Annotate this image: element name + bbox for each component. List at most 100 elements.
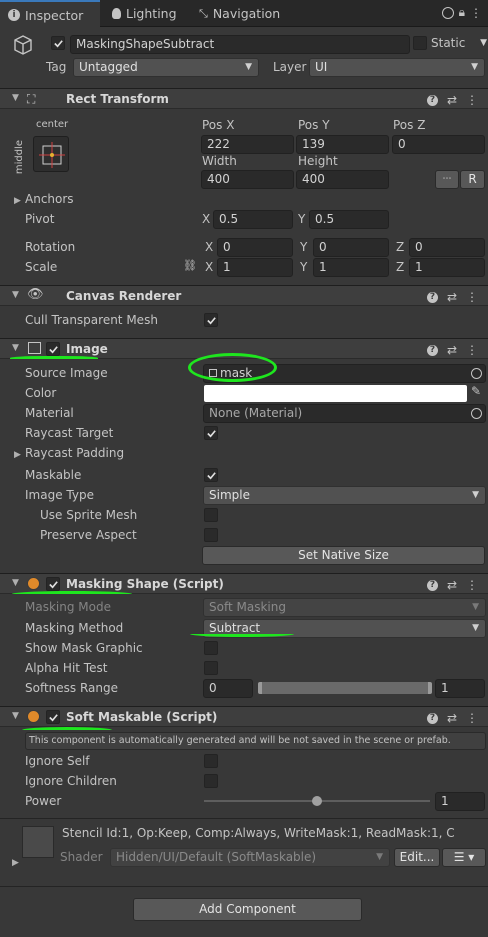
rot-x-field[interactable]: 0 — [217, 238, 293, 257]
help-icon[interactable]: ? — [426, 291, 438, 303]
show-mask-graphic-checkbox[interactable] — [204, 641, 218, 655]
rotation-label: Rotation — [25, 240, 76, 254]
image-type-dropdown[interactable]: Simple ▼ — [203, 486, 486, 505]
anchors-label[interactable]: Anchors — [25, 192, 74, 206]
blueprint-mode-button[interactable]: ⋯ — [435, 170, 459, 189]
raycast-target-checkbox[interactable] — [204, 426, 218, 440]
pos-x-field[interactable]: 222 — [201, 135, 294, 154]
fold-arrow-icon[interactable]: ▼ — [12, 290, 19, 300]
scale-z-field[interactable]: 1 — [409, 258, 485, 277]
presets-icon[interactable]: ⇄ — [447, 578, 457, 592]
tab-navigation[interactable]: ⤡ Navigation — [191, 0, 288, 27]
help-icon[interactable]: ? — [426, 579, 438, 591]
canvas-renderer-title: Canvas Renderer — [66, 289, 182, 303]
material-field[interactable]: None (Material) — [203, 404, 486, 423]
rect-transform-header[interactable]: ▼ ⛶ Rect Transform ? ⇄ ⋮ — [0, 88, 488, 109]
lock-icon[interactable]: 🔒︎ — [459, 5, 465, 20]
presets-icon[interactable]: ⇄ — [447, 711, 457, 725]
script-component-icon — [27, 577, 40, 590]
use-sprite-mesh-checkbox[interactable] — [204, 508, 218, 522]
anchors-fold-icon[interactable]: ▶ — [14, 196, 21, 206]
fold-arrow-icon[interactable]: ▼ — [12, 93, 19, 103]
width-field[interactable]: 400 — [201, 170, 294, 189]
maskable-checkbox[interactable] — [204, 468, 218, 482]
help-icon[interactable]: ? — [426, 344, 438, 356]
set-native-size-button[interactable]: Set Native Size — [202, 546, 485, 565]
ignore-children-checkbox[interactable] — [204, 774, 218, 788]
shader-options-button[interactable]: ☰ ▾ — [442, 848, 486, 867]
scale-label: Scale — [25, 260, 58, 274]
raycast-padding-label[interactable]: Raycast Padding — [25, 446, 124, 460]
power-field[interactable]: 1 — [435, 792, 485, 811]
context-menu-icon[interactable]: ⋮ — [466, 711, 478, 725]
ignore-self-checkbox[interactable] — [204, 754, 218, 768]
context-menu-icon[interactable]: ⋮ — [466, 93, 478, 107]
pos-z-field[interactable]: 0 — [392, 135, 485, 154]
pivot-y-label: Y — [298, 212, 306, 226]
preserve-aspect-checkbox[interactable] — [204, 528, 218, 542]
cull-transparent-mesh-checkbox[interactable] — [204, 313, 218, 327]
static-checkbox[interactable] — [413, 36, 427, 50]
soft-maskable-enabled-checkbox[interactable] — [46, 710, 60, 724]
presets-icon[interactable]: ⇄ — [447, 93, 457, 107]
context-menu-icon[interactable]: ⋮ — [466, 578, 478, 592]
annotation-underline-image — [10, 356, 98, 361]
masking-method-label: Masking Method — [25, 621, 124, 635]
help-icon[interactable]: ? — [426, 94, 438, 106]
active-checkbox[interactable] — [51, 36, 65, 50]
fold-arrow-icon[interactable]: ▼ — [12, 578, 19, 588]
use-sprite-mesh-label: Use Sprite Mesh — [40, 508, 138, 522]
rot-y-field[interactable]: 0 — [313, 238, 389, 257]
add-component-button[interactable]: Add Component — [133, 898, 362, 921]
layer-dropdown[interactable]: UI ▼ — [309, 58, 485, 77]
masking-shape-enabled-checkbox[interactable] — [46, 577, 60, 591]
info-icon: i — [8, 9, 20, 21]
image-enabled-checkbox[interactable] — [46, 342, 60, 356]
soft-maskable-header[interactable]: ▼ Soft Maskable (Script) ? ⇄ ⋮ — [0, 706, 488, 727]
rot-z-field[interactable]: 0 — [409, 238, 485, 257]
pivot-y-field[interactable]: 0.5 — [309, 210, 389, 229]
canvas-renderer-header[interactable]: ▼ 👁︎ Canvas Renderer ? ⇄ ⋮ — [0, 285, 488, 306]
tag-dropdown[interactable]: Untagged ▼ — [73, 58, 259, 77]
lock-circle-icon[interactable] — [441, 6, 454, 19]
color-swatch[interactable] — [204, 385, 467, 402]
navigation-icon: ⤡ — [199, 6, 208, 20]
object-picker-icon[interactable] — [471, 368, 482, 379]
softness-range-slider[interactable] — [258, 682, 432, 694]
object-picker-icon[interactable] — [471, 408, 482, 419]
object-name-field[interactable]: MaskingShapeSubtract — [70, 35, 410, 54]
cull-transparent-mesh-label: Cull Transparent Mesh — [25, 313, 158, 327]
height-label: Height — [298, 154, 338, 168]
context-menu-icon[interactable]: ⋮ — [466, 290, 478, 304]
constrain-link-icon[interactable]: ⛓ — [183, 259, 197, 272]
tab-lighting[interactable]: Lighting — [104, 0, 185, 27]
eyedropper-icon[interactable]: ✎ — [471, 384, 481, 398]
tab-inspector[interactable]: i Inspector — [0, 0, 100, 28]
edit-shader-button[interactable]: Edit... — [394, 848, 440, 867]
pos-y-field[interactable]: 139 — [296, 135, 389, 154]
fold-arrow-icon[interactable]: ▼ — [12, 343, 19, 353]
help-icon[interactable]: ? — [426, 712, 438, 724]
image-title: Image — [66, 342, 108, 356]
presets-icon[interactable]: ⇄ — [447, 290, 457, 304]
scale-y-field[interactable]: 1 — [313, 258, 389, 277]
raw-edit-button[interactable]: R — [460, 170, 485, 189]
presets-icon[interactable]: ⇄ — [447, 343, 457, 357]
image-component-icon — [28, 342, 41, 354]
material-fold-icon[interactable]: ▶ — [12, 858, 19, 868]
alpha-hit-test-checkbox[interactable] — [204, 661, 218, 675]
scale-x-field[interactable]: 1 — [217, 258, 293, 277]
softness-min-field[interactable]: 0 — [203, 679, 253, 698]
static-dropdown[interactable]: ▼ — [477, 35, 487, 54]
pivot-x-field[interactable]: 0.5 — [213, 210, 293, 229]
fold-arrow-icon[interactable]: ▼ — [12, 711, 19, 721]
more-icon[interactable]: ⋮ — [470, 6, 482, 20]
anchor-preset-button[interactable] — [33, 136, 69, 172]
softness-max-field[interactable]: 1 — [435, 679, 485, 698]
power-label: Power — [25, 794, 62, 808]
context-menu-icon[interactable]: ⋮ — [466, 343, 478, 357]
power-slider-thumb[interactable] — [312, 796, 322, 806]
raycast-padding-fold-icon[interactable]: ▶ — [14, 450, 21, 460]
soft-maskable-notice: This component is automatically generate… — [25, 732, 486, 750]
height-field[interactable]: 400 — [296, 170, 389, 189]
